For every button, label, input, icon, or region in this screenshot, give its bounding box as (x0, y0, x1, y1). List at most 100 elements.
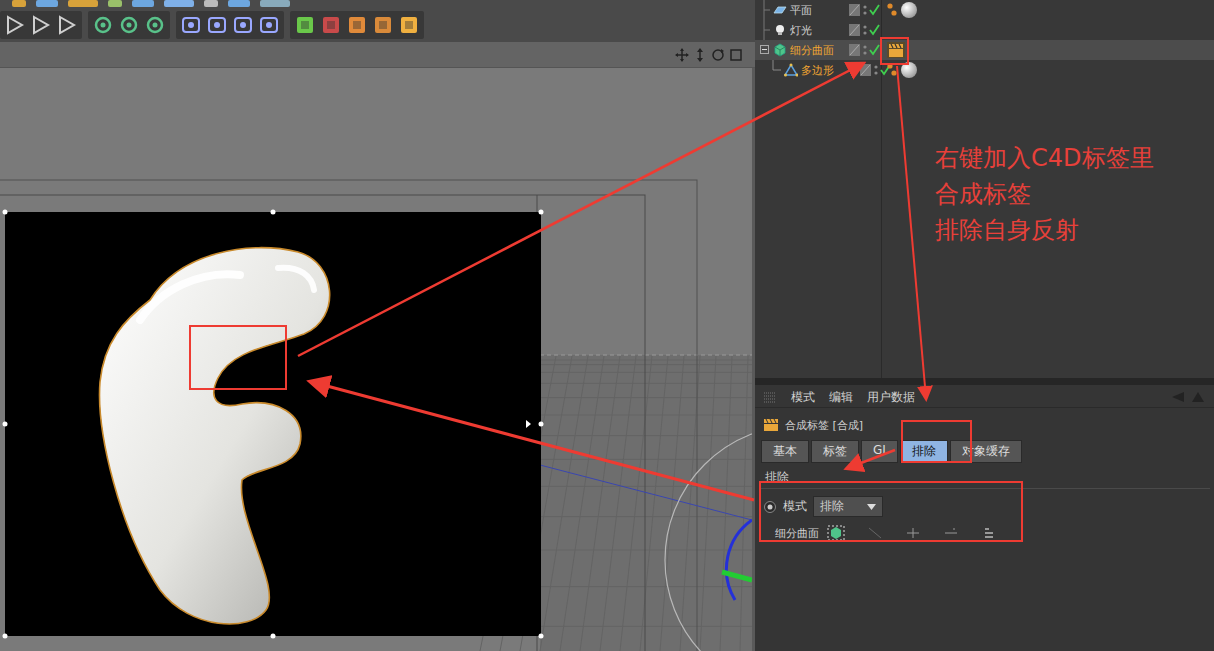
tool-icon (117, 13, 141, 37)
material-tag-icon[interactable] (886, 61, 918, 79)
tool-icon (226, 0, 254, 9)
composite-tag-icon[interactable] (886, 41, 906, 59)
tool-button[interactable] (397, 13, 421, 37)
attribute-tab[interactable]: 对象缓存 (950, 440, 1022, 463)
tool-button[interactable] (3, 13, 27, 37)
plus-icon[interactable] (905, 525, 921, 541)
graphic-shape (297, 17, 313, 33)
object-name-cell: 平面 (755, 0, 848, 20)
graphic-icon (55, 13, 79, 37)
tool-button[interactable] (179, 13, 203, 37)
mode-dropdown[interactable]: 排除 (813, 496, 883, 517)
tree-line-icon (760, 0, 770, 20)
tool-button[interactable] (29, 13, 53, 37)
graphic-icon (397, 13, 421, 37)
tool-icon (319, 13, 343, 37)
menu-item[interactable]: 编辑 (829, 389, 853, 406)
material-tag-icon[interactable] (886, 1, 918, 19)
attribute-tab[interactable]: 基本 (761, 440, 809, 463)
viewport-rotate-button[interactable] (711, 48, 725, 62)
graphic-shape (790, 64, 793, 67)
graphic-shape (0, 195, 645, 651)
graphic-shape (127, 23, 132, 28)
graphic-shape (863, 51, 866, 54)
graphic-shape (12, 0, 26, 7)
tool-button[interactable] (319, 13, 343, 37)
radio-icon[interactable] (763, 500, 777, 514)
graphic-shape (271, 634, 276, 639)
graphic-icon (371, 13, 395, 37)
tool-button[interactable] (143, 13, 167, 37)
graphic-shape (540, 586, 752, 587)
viewport-maximize-button[interactable] (729, 48, 743, 62)
object-row[interactable]: 细分曲面 (755, 40, 881, 60)
graphic-shape (540, 372, 752, 373)
graphic-shape (831, 527, 841, 539)
attribute-tab[interactable]: 标签 (811, 440, 859, 463)
menu-item[interactable]: 模式 (791, 389, 815, 406)
object-row[interactable]: 灯光 (755, 20, 881, 40)
graphic-shape (540, 383, 752, 384)
exclude-item-row: 细分曲面 (755, 517, 1214, 541)
graphic-shape (985, 529, 993, 537)
section-label: 排除 (759, 463, 1210, 489)
graphic-shape (713, 50, 723, 60)
graphic-shape (148, 18, 162, 32)
object-row[interactable]: 平面 (755, 0, 881, 20)
tool-button[interactable] (257, 13, 281, 37)
list-icon[interactable] (981, 525, 997, 541)
tool-button[interactable] (55, 13, 79, 37)
panel-separator[interactable] (755, 378, 1214, 385)
graphic-shape (140, 274, 240, 320)
graphic-icon (784, 63, 798, 77)
tool-button[interactable] (371, 13, 395, 37)
collapse-box-icon (760, 40, 770, 60)
graphic-shape (560, 356, 604, 651)
3d-viewport[interactable] (0, 68, 755, 651)
tool-icon (202, 0, 222, 9)
graphic-shape (60, 17, 74, 33)
tool-icon (143, 13, 167, 37)
visibility-cell[interactable] (848, 3, 886, 17)
light-bulb-icon (773, 23, 787, 37)
tool-button[interactable] (231, 13, 255, 37)
visibility-cell[interactable] (848, 43, 886, 57)
graphic-shape (860, 64, 871, 76)
graphic-shape (8, 17, 22, 33)
attribute-menu-bar: 模式编辑用户数据 (755, 387, 1214, 408)
graphic-shape (540, 355, 752, 356)
graphic-shape (720, 356, 732, 651)
graphic-shape (101, 23, 106, 28)
graphic-shape (850, 25, 859, 35)
back-button[interactable] (1170, 391, 1206, 403)
graphic-shape (122, 18, 136, 32)
graphic-shape (897, 66, 926, 398)
minus-icon[interactable] (943, 525, 959, 541)
ray-icon[interactable] (867, 525, 883, 541)
object-name-cell: 细分曲面 (755, 40, 848, 60)
attribute-tab[interactable]: GI (861, 440, 898, 463)
menu-item[interactable]: 用户数据 (867, 389, 915, 406)
graphic-shape (945, 529, 957, 533)
tool-button[interactable] (345, 13, 369, 37)
annotation-line: 合成标签 (935, 176, 1154, 212)
viewport-move-button[interactable] (675, 48, 689, 62)
attribute-tabs: 基本标签GI排除对象缓存 (755, 436, 1214, 463)
graphic-shape (132, 0, 154, 7)
tool-button[interactable] (117, 13, 141, 37)
tool-button[interactable] (293, 13, 317, 37)
graphic-shape (540, 415, 752, 416)
graphic-shape (580, 356, 620, 651)
graphic-shape (539, 210, 544, 215)
graphic-shape (96, 18, 110, 32)
graphic-icon (345, 13, 369, 37)
object-row[interactable]: 多边形 (755, 60, 881, 80)
attribute-tab[interactable]: 排除 (900, 440, 948, 463)
graphic-shape (740, 356, 748, 651)
graphic-icon (711, 48, 725, 62)
viewport-zoom-button[interactable] (693, 48, 707, 62)
tool-button[interactable] (91, 13, 115, 37)
tool-button[interactable] (205, 13, 229, 37)
visibility-cell[interactable] (848, 23, 886, 37)
tool-icon (10, 0, 30, 9)
